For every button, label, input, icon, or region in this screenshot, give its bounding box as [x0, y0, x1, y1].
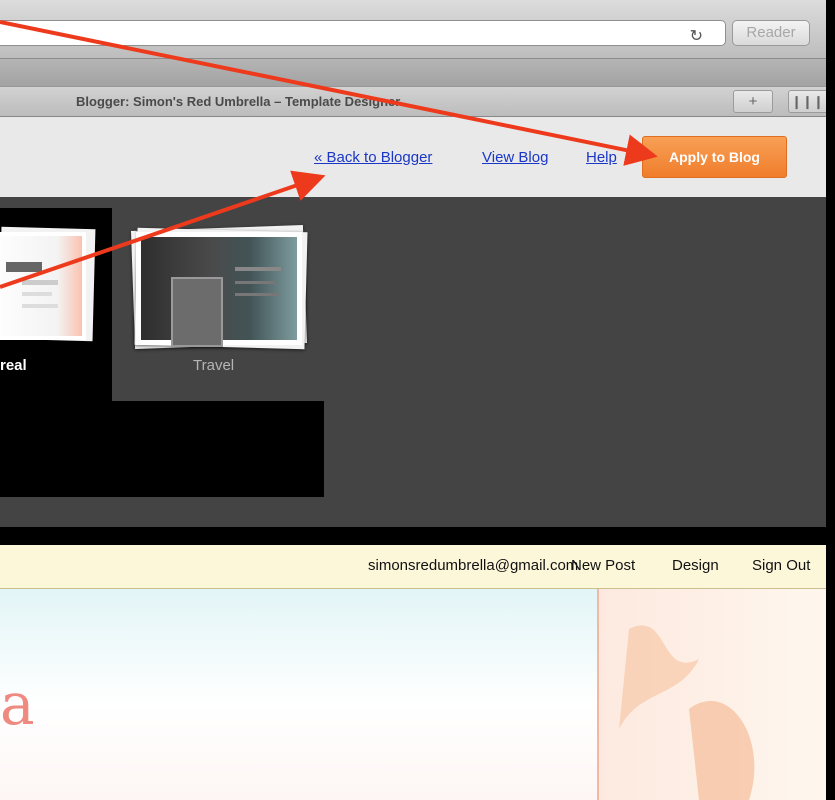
thumb-text-line — [22, 304, 58, 308]
address-bar-area: ↻ Reader — [0, 0, 826, 58]
thumb-text-line — [235, 267, 281, 271]
reader-button[interactable]: Reader — [732, 20, 810, 46]
template-label-travel[interactable]: Travel — [193, 357, 234, 374]
blogger-navbar: simonsredumbrella@gmail.com New Post Des… — [0, 545, 826, 589]
url-field[interactable]: ↻ — [0, 20, 726, 46]
new-post-link[interactable]: New Post — [571, 557, 635, 574]
apply-to-blog-button[interactable]: Apply to Blog — [642, 136, 787, 178]
tab-view-icon[interactable]: ❙❙❙ — [788, 90, 826, 113]
help-link[interactable]: Help — [586, 149, 617, 166]
design-link[interactable]: Design — [672, 557, 719, 574]
palm-decoration — [619, 625, 755, 800]
templates-panel: real Travel — [0, 197, 826, 527]
designer-header: « Back to Blogger View Blog Help Apply t… — [0, 117, 826, 198]
thumb-header-block — [6, 262, 42, 272]
screenshot-frame: ↻ Reader Blogger: Simon's Red Umbrella –… — [0, 0, 826, 800]
blog-title-fragment: a — [0, 670, 35, 738]
thumb-text-line — [235, 281, 275, 284]
tab-bar: Blogger: Simon's Red Umbrella – Template… — [0, 86, 826, 117]
reload-icon[interactable]: ↻ — [690, 26, 703, 45]
bookmarks-strip — [0, 58, 826, 87]
template-thumbnail-real[interactable] — [0, 232, 86, 340]
template-thumbnail-travel[interactable] — [136, 232, 302, 347]
thumb-text-line — [235, 293, 279, 296]
view-blog-link[interactable]: View Blog — [482, 149, 548, 166]
account-email: simonsredumbrella@gmail.com — [368, 557, 579, 574]
thumb-text-line — [22, 280, 58, 285]
blog-header-area — [0, 589, 597, 800]
divider-bar — [0, 527, 826, 545]
blog-header-image — [597, 589, 826, 800]
template-label-real[interactable]: real — [0, 357, 27, 374]
sign-out-link[interactable]: Sign Out — [752, 557, 810, 574]
thumb-photo-block — [171, 277, 223, 347]
back-to-blogger-link[interactable]: « Back to Blogger — [314, 149, 432, 166]
tab-title[interactable]: Blogger: Simon's Red Umbrella – Template… — [76, 94, 400, 109]
thumb-text-line — [22, 292, 52, 296]
new-tab-button[interactable]: + — [733, 90, 773, 113]
selected-style-area — [0, 401, 324, 497]
